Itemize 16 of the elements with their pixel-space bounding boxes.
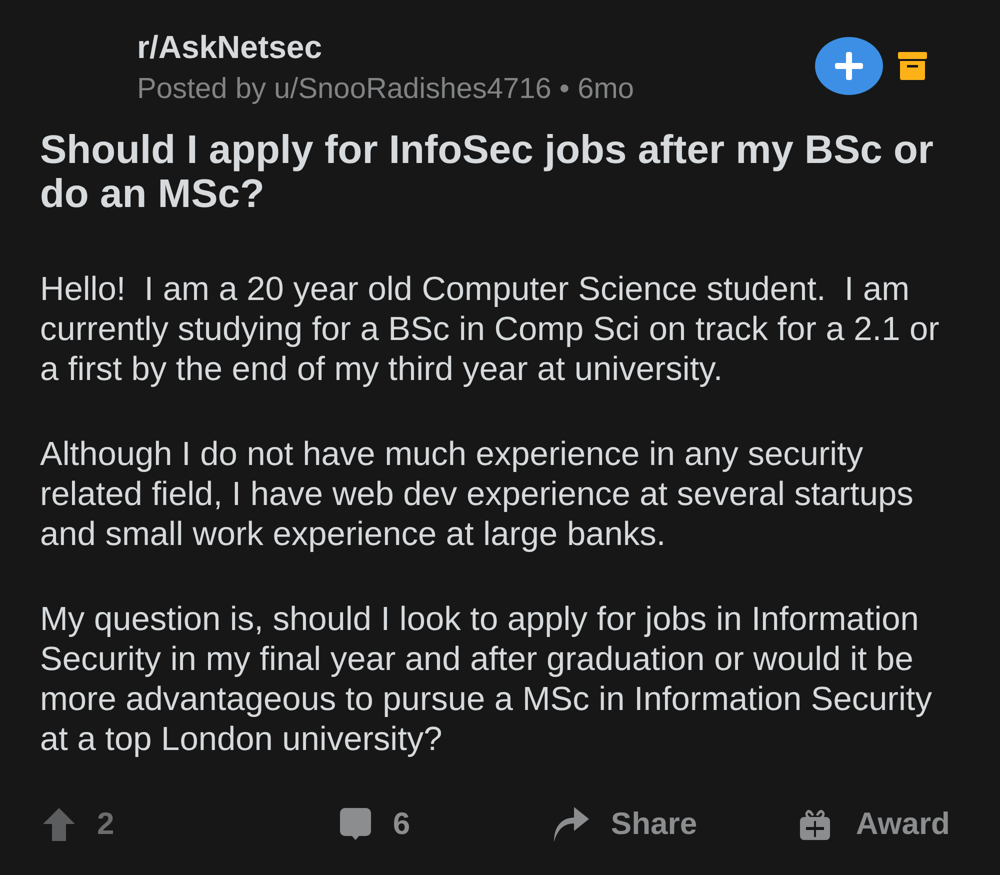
box-icon[interactable] — [898, 52, 927, 80]
post-paragraph: Hello! I am a 20 year old Computer Science student. I am currently studying for a BSc in Comp Sci on track for a 2.1 or a first by the end of my third year at university. — [40, 270, 940, 390]
upvote-button[interactable]: 2 — [43, 806, 114, 842]
post-paragraph: Although I do not have much experience in any security related field, I have web dev experience at several startups and small work experience at large banks. — [40, 435, 914, 555]
gift-icon — [800, 808, 830, 840]
up-arrow-icon — [43, 808, 75, 840]
share-arrow-icon — [552, 806, 589, 842]
post-title: Should I apply for InfoSec jobs after my BSc or do an MSc? — [40, 128, 934, 216]
share-button[interactable]: Share — [552, 806, 698, 842]
speech-bubble-icon — [340, 808, 371, 840]
award-button[interactable]: Award — [800, 806, 950, 842]
comment-button[interactable]: 6 — [340, 806, 410, 842]
plus-icon — [835, 52, 863, 80]
post-meta: Posted by u/SnooRadishes4716 • 6mo — [137, 72, 634, 107]
subreddit-name[interactable]: r/AskNetsec — [137, 28, 322, 66]
post-paragraph: My question is, should I look to apply for jobs in Information Security in my final year and after graduation or would it be more advantageous to pursue a MSc in Information Security at a top London university? — [40, 600, 933, 760]
